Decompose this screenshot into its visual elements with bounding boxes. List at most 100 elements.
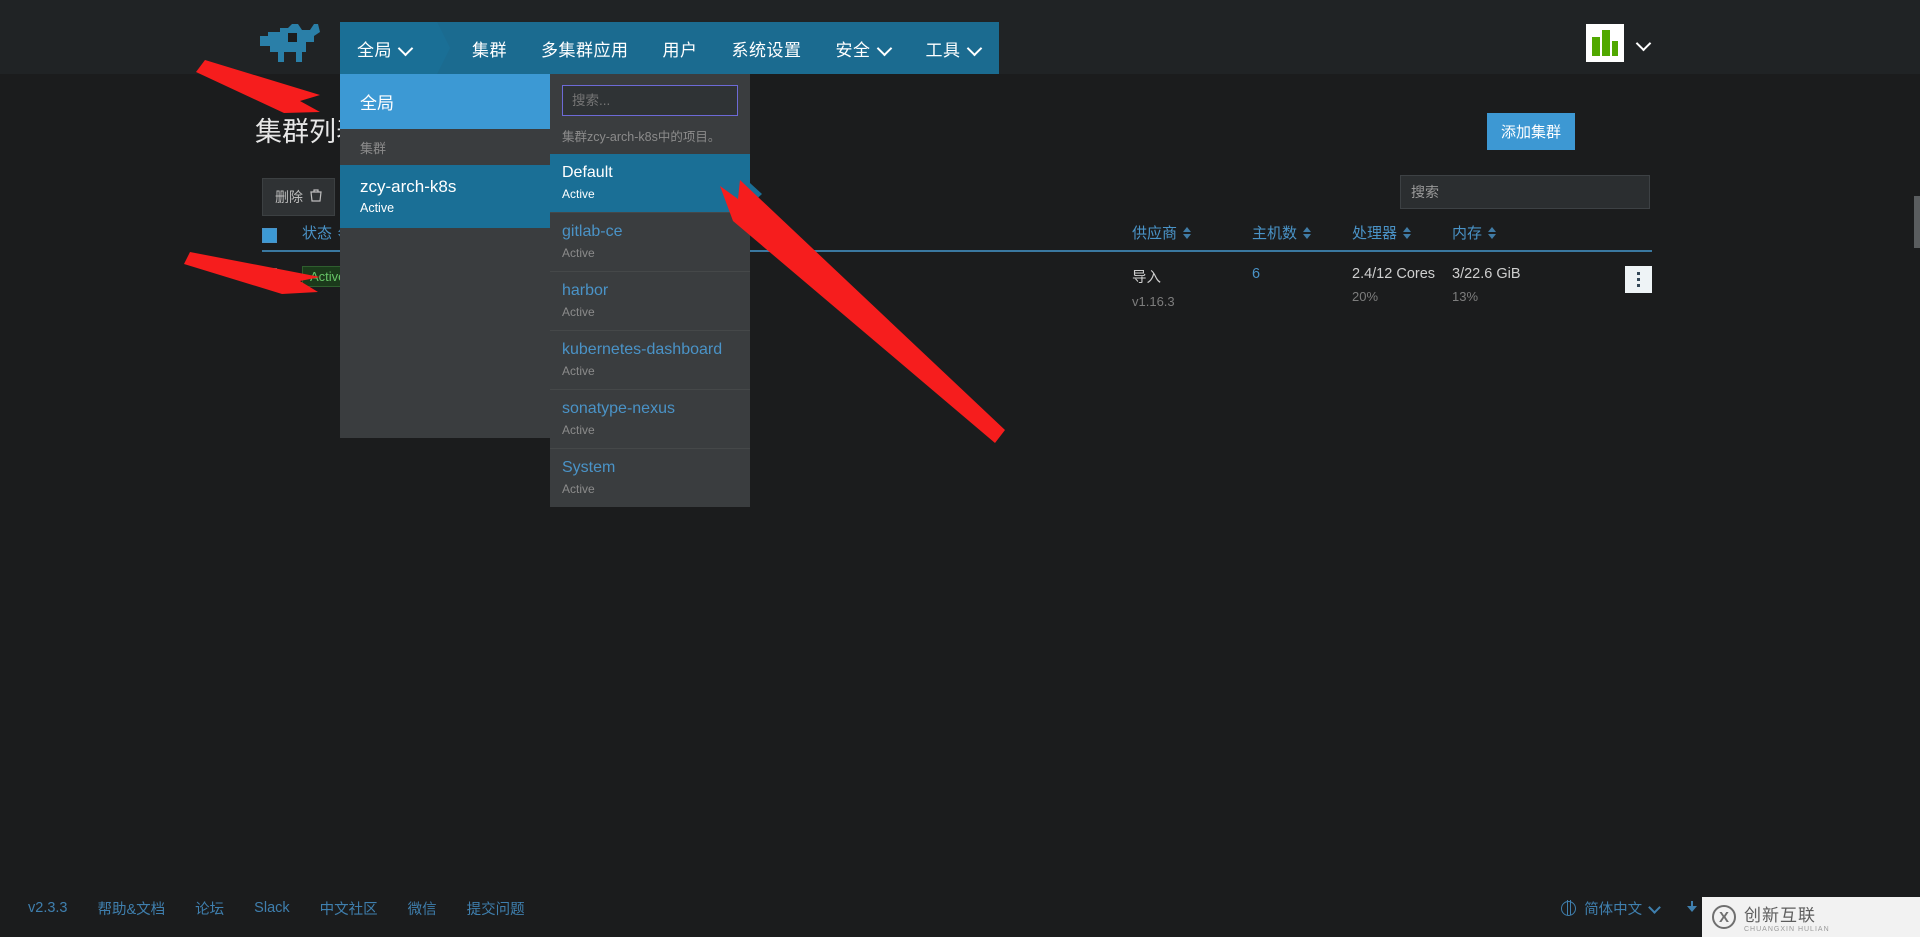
column-header-provider[interactable]: 供应商 xyxy=(1132,222,1252,243)
dropdown-project-name: gitlab-ce xyxy=(562,223,623,240)
cell-provider-value: 导入 xyxy=(1132,270,1161,286)
language-label: 简体中文 xyxy=(1584,901,1643,918)
dropdown-project-harbor[interactable]: harbor Active xyxy=(550,272,750,331)
cell-nodes: 6 xyxy=(1252,266,1352,282)
dropdown-project-name: harbor xyxy=(562,282,609,299)
dropdown-project-system[interactable]: System Active xyxy=(550,449,750,507)
nav-item-settings[interactable]: 系统设置 xyxy=(715,22,819,74)
checkbox-icon xyxy=(262,268,277,283)
dropdown-project-name: sonatype-nexus xyxy=(562,400,675,417)
avatar-glyph-icon xyxy=(1592,30,1618,56)
delete-button-label: 删除 xyxy=(275,189,303,205)
delete-button[interactable]: 删除 xyxy=(262,178,335,216)
checkbox-icon xyxy=(262,228,277,243)
user-menu-button[interactable] xyxy=(1586,24,1651,62)
dropdown-project-sonatype-nexus[interactable]: sonatype-nexus Active xyxy=(550,390,750,449)
footer-link-slack[interactable]: Slack xyxy=(254,900,289,916)
nav-item-multi-cluster-apps[interactable]: 多集群应用 xyxy=(524,22,646,74)
sort-icon xyxy=(1303,226,1312,240)
dropdown-projects-panel: 集群zcy-arch-k8s中的项目。 Default Active gitla… xyxy=(550,74,750,507)
column-header-memory[interactable]: 内存 xyxy=(1452,222,1572,243)
footer-version: v2.3.3 xyxy=(28,900,68,916)
column-header-cpu[interactable]: 处理器 xyxy=(1352,222,1452,243)
dropdown-search-wrap xyxy=(550,74,750,126)
cell-cpu-percent: 20% xyxy=(1352,289,1379,304)
dropdown-search-input[interactable] xyxy=(562,85,738,116)
nav-item-security[interactable]: 安全 xyxy=(819,22,909,74)
nav-item-multi-cluster-apps-label: 多集群应用 xyxy=(541,40,629,60)
cell-memory-percent: 13% xyxy=(1452,289,1479,304)
dropdown-project-name: System xyxy=(562,459,616,476)
select-all-checkbox[interactable] xyxy=(262,228,302,243)
nav-item-security-label: 安全 xyxy=(835,40,871,60)
chevron-down-icon xyxy=(879,42,892,55)
dropdown-project-state: Active xyxy=(562,423,595,437)
column-header-provider-label: 供应商 xyxy=(1132,225,1178,242)
cell-nodes-value[interactable]: 6 xyxy=(1252,266,1352,282)
main-nav: 全局 集群 多集群应用 用户 系统设置 安全 工具 xyxy=(340,22,999,74)
dropdown-projects-header: 集群zcy-arch-k8s中的项目。 xyxy=(562,130,721,144)
watermark-title: 创新互联 xyxy=(1744,906,1816,925)
row-checkbox[interactable] xyxy=(262,266,302,288)
watermark-subtitle: CHUANGXIN HULIAN xyxy=(1744,926,1830,933)
dropdown-project-gitlab-ce[interactable]: gitlab-ce Active xyxy=(550,213,750,272)
dropdown-project-kubernetes-dashboard[interactable]: kubernetes-dashboard Active xyxy=(550,331,750,390)
trash-icon xyxy=(310,189,322,205)
footer-links: v2.3.3 帮助&文档 论坛 Slack 中文社区 微信 提交问题 xyxy=(0,898,525,919)
nav-secondary-items: 集群 多集群应用 用户 系统设置 安全 工具 xyxy=(437,22,999,74)
nav-item-tools[interactable]: 工具 xyxy=(909,22,999,74)
row-actions xyxy=(1625,266,1652,293)
sort-icon xyxy=(1403,226,1412,240)
sort-icon xyxy=(1183,226,1192,240)
footer-link-wechat[interactable]: 微信 xyxy=(408,898,437,919)
cell-provider-version: v1.16.3 xyxy=(1132,294,1175,309)
chevron-down-icon xyxy=(1650,903,1661,914)
dropdown-project-state: Active xyxy=(562,246,595,260)
avatar xyxy=(1586,24,1624,62)
chevron-down-icon xyxy=(400,42,413,55)
language-selector[interactable]: 简体中文 xyxy=(1561,898,1661,919)
dropdown-project-name: kubernetes-dashboard xyxy=(562,341,723,358)
download-icon xyxy=(1687,901,1700,915)
footer-link-chinese-community[interactable]: 中文社区 xyxy=(320,898,378,919)
watermark-logo-icon: X xyxy=(1712,905,1736,929)
globe-icon xyxy=(1561,899,1577,916)
nav-item-clusters[interactable]: 集群 xyxy=(455,22,524,74)
cell-cpu: 2.4/12 Cores 20% xyxy=(1352,266,1452,304)
watermark-mark: X xyxy=(1718,908,1729,926)
footer-link-submit-issue[interactable]: 提交问题 xyxy=(467,898,525,919)
nav-item-global-label: 全局 xyxy=(357,40,392,60)
nav-item-settings-label: 系统设置 xyxy=(731,40,802,60)
nav-item-global[interactable]: 全局 xyxy=(340,22,450,74)
cell-cpu-value: 2.4/12 Cores xyxy=(1352,266,1436,282)
rancher-logo-icon[interactable] xyxy=(258,22,324,64)
vertical-scrollbar[interactable] xyxy=(1914,196,1920,248)
dropdown-project-default[interactable]: Default Active xyxy=(550,154,750,213)
nav-item-users-label: 用户 xyxy=(662,40,698,60)
dropdown-project-state: Active xyxy=(562,187,595,201)
cell-provider: 导入 v1.16.3 xyxy=(1132,266,1252,309)
search-input[interactable]: 搜索 xyxy=(1400,175,1650,209)
nav-item-tools-label: 工具 xyxy=(925,40,961,60)
nav-item-clusters-label: 集群 xyxy=(472,40,507,60)
sort-icon xyxy=(1488,226,1497,240)
table-toolbar: 删除 xyxy=(262,178,335,216)
row-actions-menu-button[interactable] xyxy=(1625,266,1652,293)
watermark: X 创新互联 CHUANGXIN HULIAN xyxy=(1702,897,1920,937)
column-header-memory-label: 内存 xyxy=(1452,225,1483,242)
top-navigation-bar: 全局 集群 多集群应用 用户 系统设置 安全 工具 xyxy=(0,0,1920,74)
footer-bar: v2.3.3 帮助&文档 论坛 Slack 中文社区 微信 提交问题 简体中文 … xyxy=(0,879,1920,937)
chevron-down-icon xyxy=(1638,37,1651,50)
chevron-down-icon xyxy=(969,42,982,55)
dropdown-project-name: Default xyxy=(562,164,613,181)
footer-link-docs[interactable]: 帮助&文档 xyxy=(98,898,166,919)
dropdown-project-state: Active xyxy=(562,305,595,319)
add-cluster-button[interactable]: 添加集群 xyxy=(1486,113,1575,150)
nav-item-users[interactable]: 用户 xyxy=(646,22,715,74)
column-header-nodes-label: 主机数 xyxy=(1252,225,1298,242)
column-header-nodes[interactable]: 主机数 xyxy=(1252,222,1352,243)
dropdown-project-state: Active xyxy=(562,482,595,496)
dropdown-project-state: Active xyxy=(562,364,595,378)
footer-link-forum[interactable]: 论坛 xyxy=(195,898,224,919)
cell-memory-value: 3/22.6 GiB xyxy=(1452,266,1521,282)
